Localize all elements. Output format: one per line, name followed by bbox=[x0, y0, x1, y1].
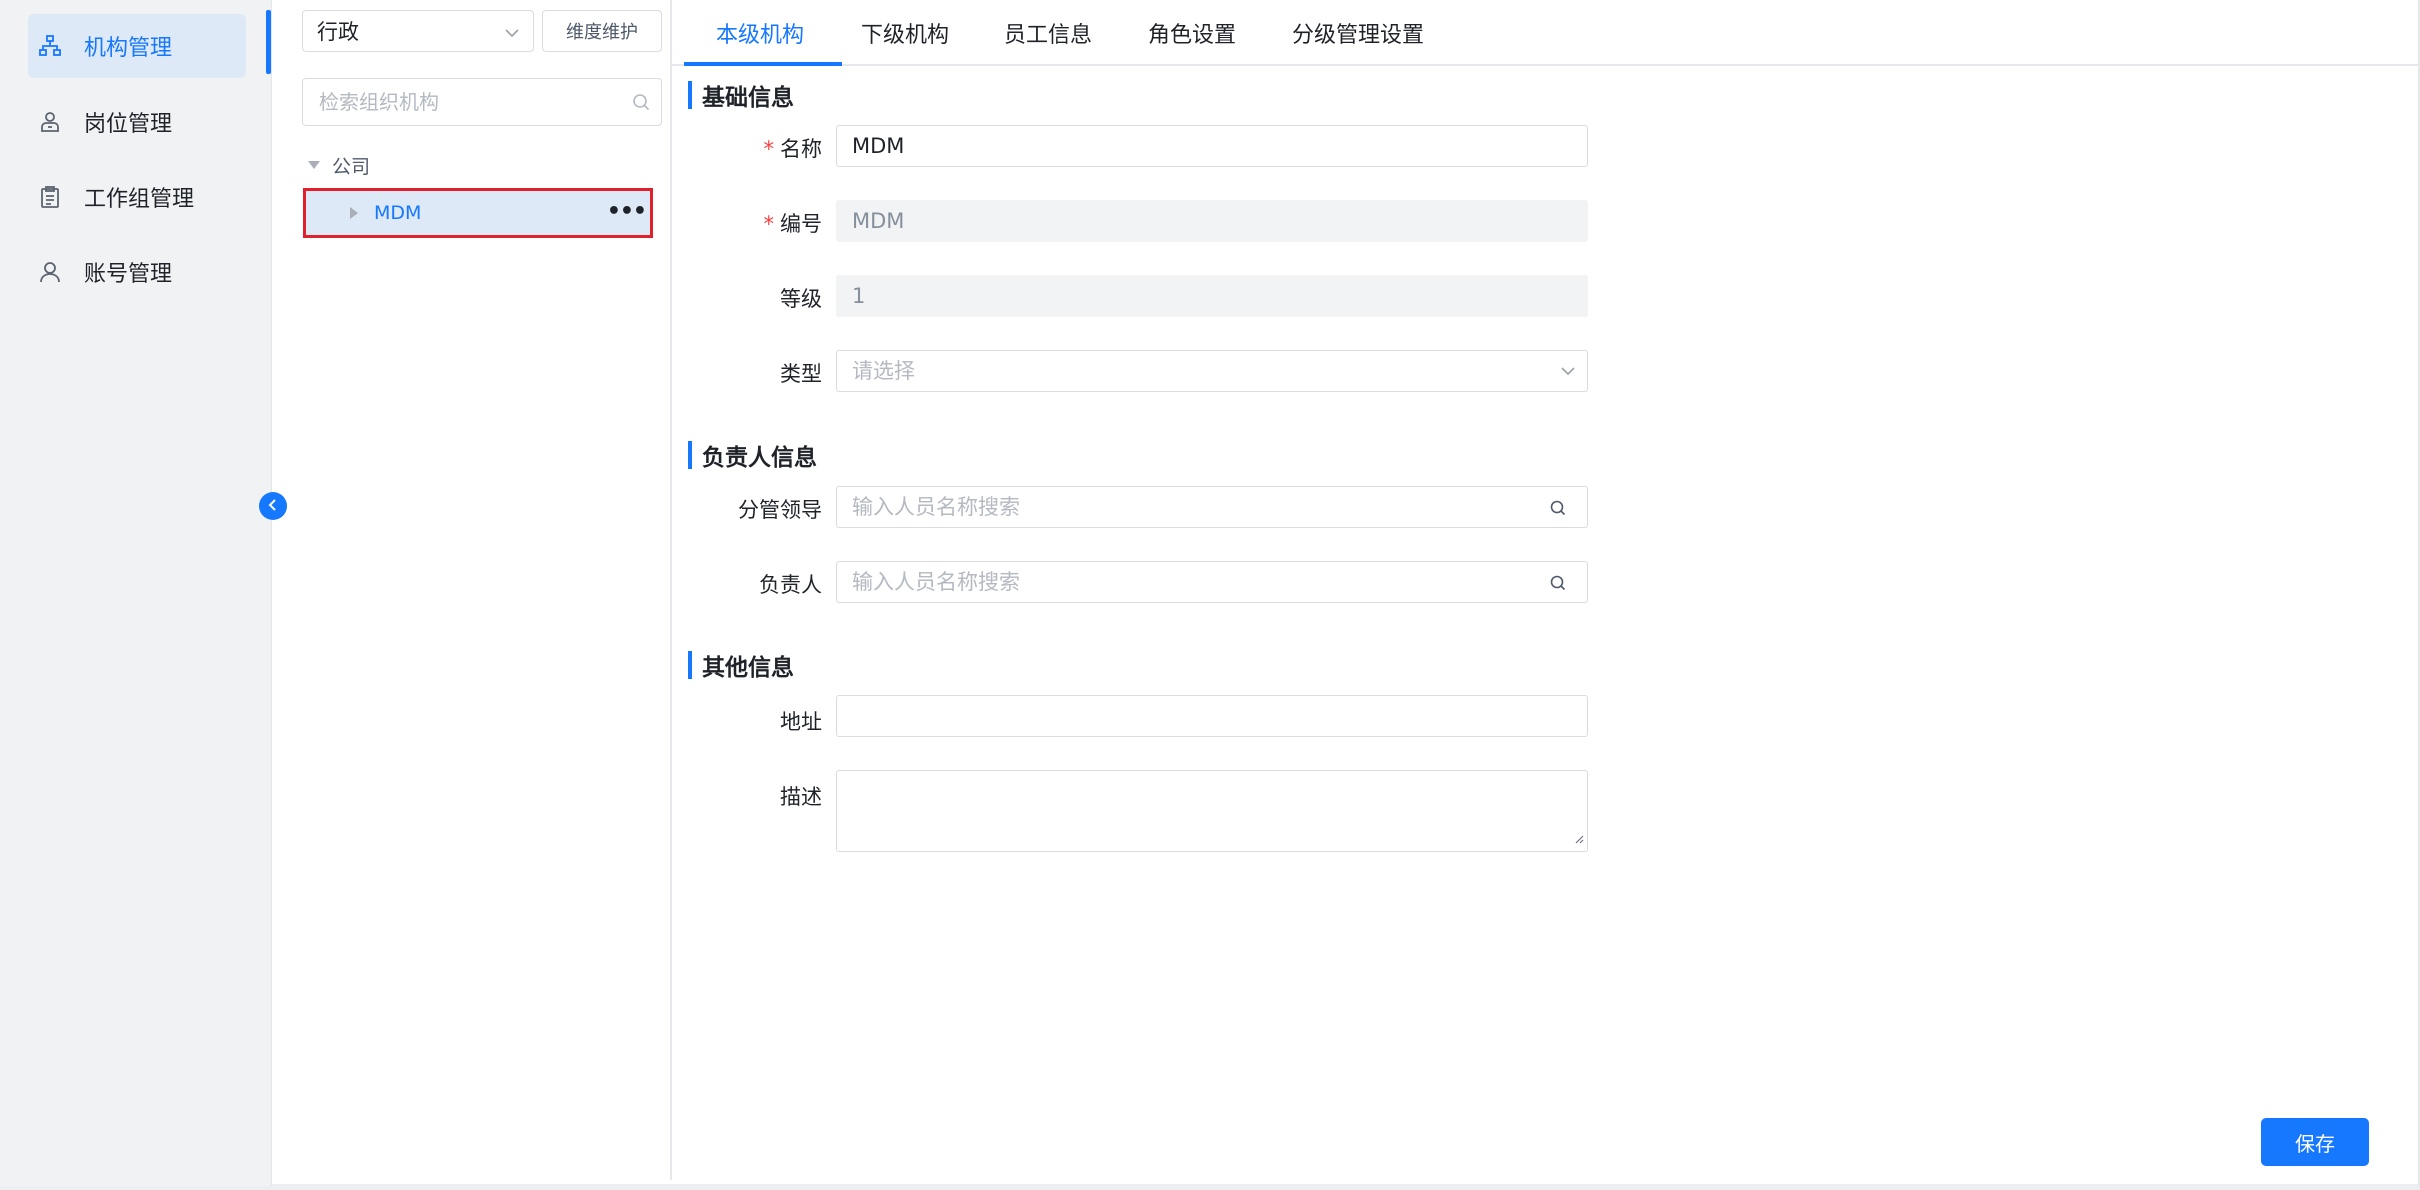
nav-item-org-management[interactable]: 机构管理 bbox=[28, 14, 246, 78]
name-input[interactable] bbox=[837, 126, 1587, 166]
org-search-input[interactable] bbox=[303, 79, 661, 125]
nav-item-workgroup-management[interactable]: 工作组管理 bbox=[28, 165, 246, 229]
leader-field-box bbox=[836, 486, 1588, 528]
more-options-icon[interactable]: ••• bbox=[607, 201, 647, 223]
active-nav-indicator bbox=[266, 10, 271, 74]
required-mark: * bbox=[763, 212, 775, 236]
nav-item-label: 机构管理 bbox=[84, 36, 173, 61]
nav-item-label: 账号管理 bbox=[84, 262, 173, 287]
search-icon[interactable] bbox=[631, 92, 651, 116]
owner-field-box bbox=[836, 561, 1588, 603]
tree-node-label: MDM bbox=[374, 202, 422, 224]
section-title: 其他信息 bbox=[702, 655, 794, 681]
section-owner-info: 负责人信息 bbox=[688, 440, 817, 471]
description-field-box bbox=[836, 770, 1588, 852]
section-bar bbox=[688, 651, 692, 679]
caret-down-icon[interactable] bbox=[308, 161, 320, 169]
active-tab-underline bbox=[684, 62, 842, 66]
tree-node-root[interactable]: 公司 bbox=[308, 150, 370, 180]
chevron-left-icon bbox=[266, 497, 280, 516]
address-label: 地址 bbox=[780, 710, 822, 734]
section-bar bbox=[688, 81, 692, 109]
type-select-input[interactable] bbox=[837, 351, 1587, 391]
org-tree-panel: 行政 维度维护 公司 MDM ••• bbox=[272, 0, 672, 1180]
section-title: 基础信息 bbox=[702, 85, 794, 111]
chevron-down-icon bbox=[503, 23, 521, 47]
main-content: 本级机构 下级机构 员工信息 角色设置 分级管理设置 基础信息 *名称 *编号 … bbox=[672, 0, 2418, 1186]
org-chart-icon bbox=[36, 32, 64, 60]
person-badge-icon bbox=[36, 108, 64, 136]
leader-label: 分管领导 bbox=[738, 498, 822, 522]
tab-sub-org[interactable]: 下级机构 bbox=[861, 0, 949, 66]
tab-role-settings[interactable]: 角色设置 bbox=[1148, 0, 1236, 66]
name-field-box bbox=[836, 125, 1588, 167]
address-input[interactable] bbox=[837, 696, 1587, 736]
tab-current-org[interactable]: 本级机构 bbox=[716, 0, 804, 66]
section-bar bbox=[688, 441, 692, 469]
dimension-select[interactable]: 行政 bbox=[302, 10, 534, 52]
dimension-select-value: 行政 bbox=[317, 20, 359, 44]
chevron-down-icon bbox=[1559, 362, 1577, 384]
name-label: * 名称 bbox=[763, 137, 823, 161]
description-textarea[interactable] bbox=[837, 771, 1587, 851]
resize-grip-icon[interactable] bbox=[1574, 829, 1584, 848]
tree-node-selected[interactable]: MDM ••• bbox=[303, 188, 653, 238]
owner-search-input[interactable] bbox=[837, 562, 1587, 602]
tab-level-management[interactable]: 分级管理设置 bbox=[1292, 0, 1424, 66]
code-label: * 编号 bbox=[763, 212, 823, 236]
required-mark: * bbox=[763, 137, 775, 161]
nav-item-label: 岗位管理 bbox=[84, 112, 173, 137]
code-field-box bbox=[836, 200, 1588, 242]
tree-node-label: 公司 bbox=[332, 155, 371, 178]
section-title: 负责人信息 bbox=[702, 445, 817, 471]
type-select[interactable] bbox=[836, 350, 1588, 392]
description-label: 描述 bbox=[780, 785, 822, 809]
search-icon[interactable] bbox=[1549, 499, 1567, 521]
collapse-sidebar-button[interactable] bbox=[259, 492, 287, 520]
search-icon[interactable] bbox=[1549, 574, 1567, 596]
org-search-box bbox=[302, 78, 662, 126]
leader-search-input[interactable] bbox=[837, 487, 1587, 527]
dimension-maintain-button[interactable]: 维度维护 bbox=[542, 10, 662, 52]
tab-bar: 本级机构 下级机构 员工信息 角色设置 分级管理设置 bbox=[672, 0, 2418, 66]
clipboard-icon bbox=[36, 183, 64, 211]
level-field-box bbox=[836, 275, 1588, 317]
nav-item-account-management[interactable]: 账号管理 bbox=[28, 240, 246, 304]
save-button[interactable]: 保存 bbox=[2261, 1118, 2369, 1166]
left-sidebar: 机构管理 岗位管理 工作组管理 账号管理 bbox=[0, 0, 272, 1186]
user-icon bbox=[36, 258, 64, 286]
code-input bbox=[837, 201, 1587, 241]
type-label: 类型 bbox=[780, 362, 822, 386]
caret-right-icon[interactable] bbox=[350, 207, 358, 219]
nav-item-label: 工作组管理 bbox=[84, 187, 195, 212]
level-input bbox=[837, 276, 1587, 316]
address-field-box bbox=[836, 695, 1588, 737]
section-basic-info: 基础信息 bbox=[688, 80, 794, 111]
owner-label: 负责人 bbox=[759, 573, 822, 597]
tab-employee-info[interactable]: 员工信息 bbox=[1004, 0, 1092, 66]
level-label: 等级 bbox=[780, 287, 822, 311]
nav-item-position-management[interactable]: 岗位管理 bbox=[28, 90, 246, 154]
section-other-info: 其他信息 bbox=[688, 650, 794, 681]
